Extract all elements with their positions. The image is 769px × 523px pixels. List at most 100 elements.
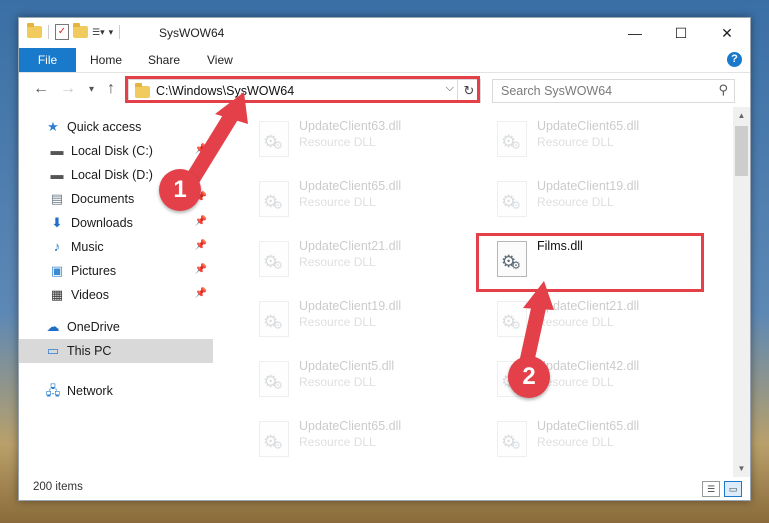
step-callout-2: 2 (508, 356, 550, 398)
view-toggle: ☰ ▭ (702, 481, 742, 497)
sidebar-item-videos[interactable]: ▦ Videos 📌 (19, 283, 213, 307)
item-count: 200 items (33, 481, 83, 493)
customize-toolbar-icon[interactable]: ☰▾ (92, 27, 105, 38)
sidebar-item-downloads[interactable]: ⬇ Downloads 📌 (19, 211, 213, 235)
music-icon: ♪ (53, 239, 61, 254)
pin-icon[interactable]: 📌 (195, 288, 207, 299)
file-item[interactable]: ⚙ ⚙ UpdateClient21.dll Resource DLL (485, 291, 715, 347)
pin-icon[interactable]: 📌 (195, 144, 207, 155)
file-type: Resource DLL (537, 135, 614, 149)
dll-file-icon: ⚙⚙ (259, 121, 289, 157)
sidebar-item-network[interactable]: 🖧 Network (19, 379, 213, 403)
navigation-pane: ★ Quick access ▬ Local Disk (C:) 📌 ▬ Loc… (19, 107, 213, 477)
dll-file-icon: ⚙⚙ (497, 181, 527, 217)
sidebar-item-label: Network (67, 384, 113, 398)
drive-icon: ▬ (50, 143, 64, 158)
file-item[interactable]: ⚙ ⚙ UpdateClient65.dll Resource DLL (247, 171, 477, 227)
folder-icon (27, 23, 42, 38)
file-type: Resource DLL (537, 315, 614, 329)
sidebar-item-this-pc[interactable]: ▭ This PC (19, 339, 213, 363)
properties-icon[interactable]: ✓ (55, 24, 69, 40)
file-item[interactable]: ⚙ ⚙ UpdateClient65.dll Resource DLL (247, 411, 477, 467)
videos-icon: ▦ (50, 287, 64, 302)
maximize-button[interactable]: ☐ (658, 18, 704, 48)
file-name: UpdateClient65.dll (299, 179, 402, 193)
window-title: SysWOW64 (159, 26, 225, 40)
dll-file-icon: ⚙⚙ (497, 301, 527, 337)
sidebar-item-label: Documents (71, 192, 135, 206)
file-item[interactable]: ⚙ ⚙ UpdateClient19.dll Resource DLL (485, 171, 715, 227)
file-item[interactable]: ⚙ ⚙ UpdateClient19.dll Resource DLL (247, 291, 477, 347)
sidebar-item-label: Local Disk (C:) (71, 144, 153, 158)
address-bar[interactable]: C:\Windows\SysWOW64 ⌵ ↻ (128, 79, 481, 103)
back-arrow-icon[interactable]: ← (33, 80, 49, 98)
quick-access-toolbar: ✓ ☰▾ ▾ (27, 23, 122, 40)
search-placeholder: Search SysWOW64 (501, 84, 613, 98)
file-name: UpdateClient65.dll (537, 119, 640, 133)
up-arrow-icon[interactable]: ↑ (107, 80, 115, 98)
chevron-down-icon[interactable]: ▾ (109, 27, 114, 38)
pin-icon[interactable]: 📌 (195, 264, 207, 275)
file-item[interactable]: ⚙ ⚙ UpdateClient65.dll Resource DLL (485, 111, 715, 167)
dll-file-icon: ⚙⚙ (259, 181, 289, 217)
tab-file[interactable]: File (19, 48, 76, 72)
file-type: Resource DLL (537, 435, 614, 449)
sidebar-item-onedrive[interactable]: ☁ OneDrive (19, 315, 213, 339)
sidebar-item-quick-access[interactable]: ★ Quick access (19, 115, 213, 139)
sidebar-item-label: Pictures (71, 264, 117, 278)
file-name: UpdateClient65.dll (299, 419, 402, 433)
sidebar-item-label: Videos (71, 288, 109, 302)
file-item[interactable]: ⚙ ⚙ UpdateClient21.dll Resource DLL (247, 231, 477, 287)
sidebar-item-label: Music (71, 240, 104, 254)
file-type: Resource DLL (299, 135, 376, 149)
sidebar-item-label: Quick access (67, 120, 142, 134)
forward-arrow-icon[interactable]: → (60, 80, 76, 98)
file-name: UpdateClient21.dll (299, 239, 402, 253)
pin-icon[interactable]: 📌 (195, 240, 207, 251)
refresh-icon[interactable]: ↻ (457, 80, 480, 102)
scroll-down-icon[interactable]: ▼ (733, 460, 750, 477)
file-item-films-dll[interactable]: ⚙ ⚙ Films.dll (485, 231, 715, 287)
cloud-icon: ☁ (46, 319, 60, 334)
vertical-scrollbar[interactable]: ▲ ▼ (733, 107, 750, 477)
file-item[interactable]: ⚙ ⚙ UpdateClient5.dll Resource DLL (247, 351, 477, 407)
search-icon[interactable]: ⚲ (718, 82, 728, 98)
tab-view[interactable]: View (207, 48, 233, 72)
file-name: UpdateClient63.dll (299, 119, 402, 133)
file-item[interactable]: ⚙ ⚙ UpdateClient65.dll Resource DLL (485, 411, 715, 467)
tab-home[interactable]: Home (90, 48, 122, 72)
new-folder-icon[interactable] (73, 23, 88, 38)
status-bar: 200 items ☰ ▭ (19, 477, 750, 500)
sidebar-item-music[interactable]: ♪ Music 📌 (19, 235, 213, 259)
sidebar-item-label: OneDrive (67, 320, 120, 334)
drive-icon: ▬ (50, 167, 64, 182)
close-button[interactable]: ✕ (704, 18, 750, 48)
file-item[interactable]: ⚙ ⚙ UpdateClient63.dll Resource DLL (247, 111, 477, 167)
dll-file-icon: ⚙⚙ (259, 241, 289, 277)
pictures-icon: ▣ (50, 263, 64, 278)
large-icons-view-icon[interactable]: ▭ (724, 481, 742, 497)
file-name: UpdateClient19.dll (299, 299, 402, 313)
help-icon[interactable]: ? (727, 52, 742, 67)
navigation-bar: ← → ▾ ↑ C:\Windows\SysWOW64 ⌵ ↻ Search S… (19, 73, 750, 107)
tab-share[interactable]: Share (148, 48, 180, 72)
search-input[interactable]: Search SysWOW64 ⚲ (492, 79, 735, 103)
details-view-icon[interactable]: ☰ (702, 481, 720, 497)
dll-file-icon: ⚙⚙ (497, 421, 527, 457)
ribbon-tabs: File Home Share View ? (19, 48, 750, 73)
file-type: Resource DLL (299, 375, 376, 389)
minimize-button[interactable]: — (612, 18, 658, 48)
sidebar-item-pictures[interactable]: ▣ Pictures 📌 (19, 259, 213, 283)
dll-file-icon: ⚙⚙ (259, 361, 289, 397)
scroll-up-icon[interactable]: ▲ (733, 107, 750, 124)
file-type: Resource DLL (299, 255, 376, 269)
scrollbar-thumb[interactable] (735, 126, 748, 176)
chevron-down-icon[interactable]: ⌵ (446, 82, 454, 95)
sidebar-item-local-disk-c[interactable]: ▬ Local Disk (C:) 📌 (19, 139, 213, 163)
file-name: UpdateClient42.dll (537, 359, 640, 373)
star-icon: ★ (47, 119, 59, 134)
pin-icon[interactable]: 📌 (195, 216, 207, 227)
recent-locations-chevron-icon[interactable]: ▾ (89, 84, 94, 95)
sidebar-item-label: Local Disk (D:) (71, 168, 153, 182)
address-path[interactable]: C:\Windows\SysWOW64 (156, 84, 294, 98)
